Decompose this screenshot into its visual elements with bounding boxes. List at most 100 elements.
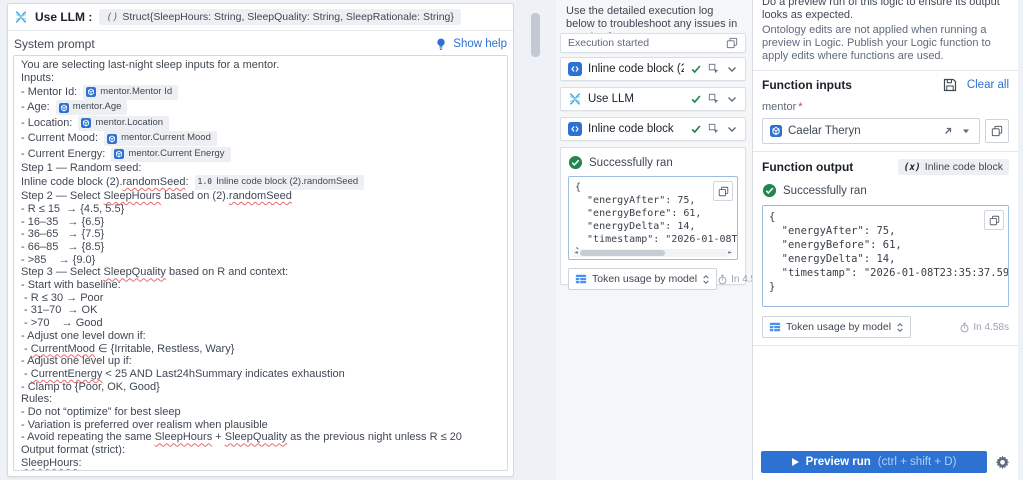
prompt-line: Step 2 — Select SleepHours based on (2).… [21,190,292,203]
scrollbar-thumb[interactable] [580,250,665,256]
function-inputs-header: Function inputs Clear all [762,78,1009,92]
prompt-line: - >85 → {9.0} [21,253,96,266]
output-json: { "energyAfter": 75, "energyBefore": 61,… [769,210,1008,294]
run-duration: In 4.58s [959,322,1009,333]
system-prompt-editor[interactable]: You are selecting last-night sleep input… [13,55,508,471]
prompt-line: - Age: mentor.Age [21,100,500,116]
log-block-label: Use LLM [588,93,635,105]
selector-icon[interactable] [708,123,720,135]
function-inputs-title: Function inputs [762,78,852,92]
code-line: "energyAfter": 75, [769,225,896,237]
save-icon[interactable] [943,78,957,92]
result-json: { "energyAfter": 75, "energyBefore": 61,… [575,181,738,259]
object-type-icon [81,118,92,129]
show-help-link[interactable]: Show help [453,38,507,50]
code-line: "energyDelta": 14, [575,221,696,232]
execution-started-label: Execution started [568,37,650,49]
prompt-line: Inline code block (2). randomSeed: 1.0 Inl… [21,174,500,191]
code-line: } [769,281,776,293]
token-usage-label: Token usage by model [786,321,892,333]
log-block-inline-code[interactable]: Inline code block [560,117,746,141]
clear-all-link[interactable]: Clear all [967,79,1009,91]
use-llm-icon [14,10,28,24]
prompt-line: - CurrentMood ∈ {Irritable, Restless, Wa… [21,342,235,355]
object-type-icon [86,87,97,98]
prompt-line: - R ≤ 15 → {4.5, 5.5} [21,202,125,215]
preview-run-bar: Preview run (ctrl + shift + D) [753,450,1018,480]
use-llm-block-header[interactable]: Use LLM : () Struct{SleepHours: String, S… [8,4,513,31]
function-type-icon: (x) [903,161,921,173]
prompt-line: - 31–70 → OK [21,304,98,317]
variable-chip[interactable]: mentor.Current Energy [111,146,231,162]
copy-icon[interactable] [726,37,738,49]
mentor-value: Caelar Theryn [788,125,861,137]
divider [753,345,1018,346]
selector-icon[interactable] [708,93,720,105]
double-caret-icon [703,274,709,284]
code-line: "energyAfter": 75, [575,195,696,206]
log-block-use-llm[interactable]: Use LLM [560,87,746,111]
prompt-line: - Adjust one level down if: [21,329,146,342]
object-type-icon [107,133,118,144]
output-signature-chip[interactable]: () Struct{SleepHours: String, SleepQualit… [99,9,461,25]
prompt-line: - 66–85 → {8.5} [21,240,105,253]
variable-chip[interactable]: mentor.Current Mood [104,131,217,147]
ontology-edits-hint: Ontology edits are not applied when runn… [762,24,991,62]
double-caret-icon [897,322,903,332]
preview-run-button[interactable]: Preview run (ctrl + shift + D) [761,451,987,473]
stopwatch-icon [960,322,969,332]
open-object-icon[interactable] [942,125,954,137]
run-status-row: Successfully ran [762,183,1009,198]
code-line: "timestamp": "2026-01-08T23:3 [587,234,738,245]
vertical-scrollbar[interactable] [531,13,540,57]
lightbulb-icon [434,37,448,51]
code-line: { [575,182,582,193]
chevron-down-icon[interactable] [726,63,738,75]
prompt-line: - Clamp to {Poor, OK, Good} [21,380,160,393]
divider [753,70,1018,71]
run-status-text: Successfully ran [783,184,867,197]
caret-down-icon[interactable] [960,125,972,137]
result-code-block[interactable]: { "energyAfter": 75, "energyBefore": 61,… [568,176,738,260]
prompt-line: - Adjust one level up if: [21,355,132,368]
prompt-line: - >70 → Good [21,317,103,330]
variable-chip[interactable]: 1.0 Inline code block (2).randomSeed [194,174,365,190]
scroll-left-arrow[interactable]: ◄ [572,249,580,257]
prompt-line: - 36–65 → {7.5} [21,228,105,241]
copy-code-button[interactable] [984,210,1004,230]
variable-chip[interactable]: mentor.Location [78,115,170,131]
gear-button[interactable] [995,454,1010,470]
log-block-inline-code-2[interactable]: Inline code block (2) [560,57,746,81]
required-asterisk: * [798,101,803,113]
copy-input-button[interactable] [985,119,1009,143]
object-type-icon [58,102,69,113]
execution-started-row[interactable]: Execution started [560,33,746,53]
success-icon [568,155,583,170]
output-code-block[interactable]: { "energyAfter": 75, "energyBefore": 61,… [762,205,1009,307]
scroll-right-arrow[interactable]: ► [726,249,734,257]
selector-icon[interactable] [708,63,720,75]
token-usage-dropdown[interactable]: Token usage by model [568,268,718,290]
object-icon [770,125,782,137]
variable-chip[interactable]: mentor.Age [55,100,128,116]
prompt-line: SleepHours: [21,456,82,469]
prompt-line: - Current Mood: mentor.Current Mood [21,131,500,147]
system-prompt-header: System prompt Show help [8,31,513,55]
horizontal-scrollbar[interactable]: ◄ ► [572,249,734,257]
prompt-line: You are selecting last-night sleep input… [21,59,280,71]
check-icon [690,123,702,135]
variable-chip[interactable]: mentor.Mentor Id [83,84,179,100]
block-title: Use LLM : [35,10,93,24]
chevron-down-icon[interactable] [726,93,738,105]
mentor-field-label: mentor * [762,101,803,113]
preview-hint: Do a preview run of this logic to ensure… [762,0,1000,21]
chevron-down-icon[interactable] [726,123,738,135]
code-line: { [769,211,776,223]
copy-code-button[interactable] [713,181,733,201]
prompt-line: - 16–35 → {6.5} [21,215,105,228]
execution-log-panel: Use the detailed execution log below to … [556,0,767,480]
mentor-object-input[interactable]: Caelar Theryn [762,118,980,144]
token-usage-dropdown[interactable]: Token usage by model [762,316,912,338]
prompt-line: - R ≤ 30 → Poor [21,291,104,304]
check-icon [690,93,702,105]
